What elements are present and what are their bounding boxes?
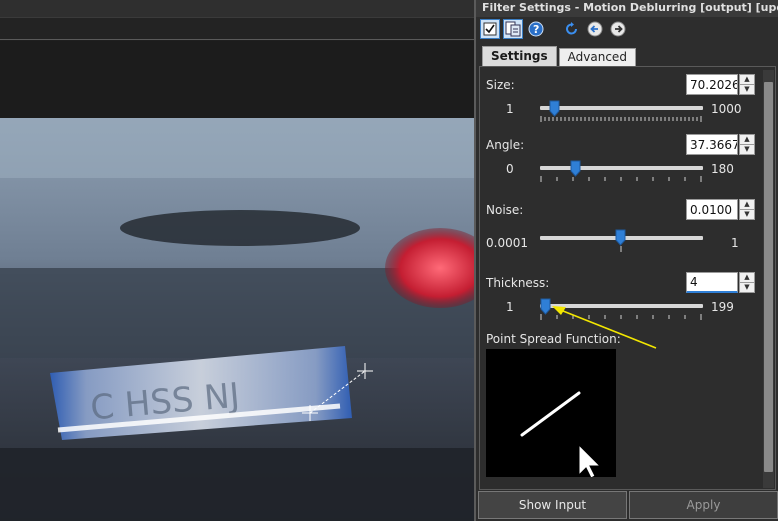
apply-button[interactable]: Apply: [629, 491, 778, 519]
thickness-input[interactable]: [686, 272, 738, 293]
size-label: Size:: [486, 78, 515, 92]
psf-label: Point Spread Function:: [486, 332, 621, 346]
angle-down-button[interactable]: ▼: [739, 145, 755, 155]
size-up-button[interactable]: ▲: [739, 74, 755, 85]
noise-spinbox[interactable]: ▲▼: [686, 199, 756, 220]
filter-settings-panel: Filter Settings - Motion Deblurring [out…: [474, 0, 778, 521]
size-down-button[interactable]: ▼: [739, 85, 755, 95]
noise-label: Noise:: [486, 203, 524, 217]
thickness-max: 199: [711, 300, 734, 314]
angle-spinbox[interactable]: ▲▼: [686, 134, 756, 155]
noise-slider-ticks: [620, 246, 622, 252]
panel-title: Filter Settings - Motion Deblurring [out…: [476, 0, 778, 17]
tab-settings[interactable]: Settings: [482, 46, 557, 66]
angle-slider-track[interactable]: [540, 166, 703, 170]
copy-settings-icon[interactable]: [503, 19, 523, 39]
svg-text:?: ?: [533, 23, 539, 36]
thickness-down-button[interactable]: ▼: [739, 283, 755, 293]
help-icon[interactable]: ?: [526, 19, 546, 39]
thickness-label: Thickness:: [486, 276, 550, 290]
angle-min: 0: [506, 162, 514, 176]
thickness-up-button[interactable]: ▲: [739, 272, 755, 283]
checkbox-icon[interactable]: [480, 19, 500, 39]
noise-max: 1: [731, 236, 739, 250]
forward-arrow-icon[interactable]: [608, 19, 628, 39]
psf-preview: [486, 349, 616, 477]
noise-slider-thumb[interactable]: [615, 229, 626, 246]
noise-min: 0.0001: [486, 236, 528, 250]
tab-bar: Settings Advanced: [482, 46, 638, 66]
content-scrollbar[interactable]: [763, 70, 774, 488]
size-max: 1000: [711, 102, 742, 116]
back-arrow-icon[interactable]: [585, 19, 605, 39]
viewer-toolbar: [0, 18, 474, 40]
angle-up-button[interactable]: ▲: [739, 134, 755, 145]
angle-input[interactable]: [686, 134, 738, 155]
size-min: 1: [506, 102, 514, 116]
size-input[interactable]: [686, 74, 738, 95]
size-slider-track[interactable]: [540, 106, 703, 110]
app-window: C HSS NJ Filter Settings - Motion Deblur…: [0, 0, 778, 521]
noise-down-button[interactable]: ▼: [739, 210, 755, 220]
noise-input[interactable]: [686, 199, 738, 220]
panel-toolbar: ?: [476, 17, 778, 41]
size-slider-thumb[interactable]: [549, 100, 560, 117]
thickness-min: 1: [506, 300, 514, 314]
show-input-button[interactable]: Show Input: [478, 491, 627, 519]
angle-slider-ticks: [540, 176, 702, 182]
angle-slider-thumb[interactable]: [570, 160, 581, 177]
viewer-header: [0, 0, 474, 18]
reset-icon[interactable]: [562, 19, 582, 39]
scrollbar-thumb[interactable]: [764, 82, 773, 472]
blurred-car-image[interactable]: C HSS NJ: [0, 118, 474, 521]
settings-content: Size: ▲▼ 1 1000 Angle: ▲▼ 0 180: [479, 66, 776, 490]
viewer-empty-area: [0, 41, 474, 119]
size-spinbox[interactable]: ▲▼: [686, 74, 756, 95]
image-viewer[interactable]: C HSS NJ: [0, 0, 474, 521]
noise-up-button[interactable]: ▲: [739, 199, 755, 210]
angle-label: Angle:: [486, 138, 525, 152]
size-slider-ticks: [540, 116, 702, 122]
bottom-button-bar: Show Input Apply: [478, 491, 778, 519]
tab-advanced[interactable]: Advanced: [558, 48, 636, 66]
angle-max: 180: [711, 162, 734, 176]
thickness-spinbox[interactable]: ▲▼: [686, 272, 756, 293]
